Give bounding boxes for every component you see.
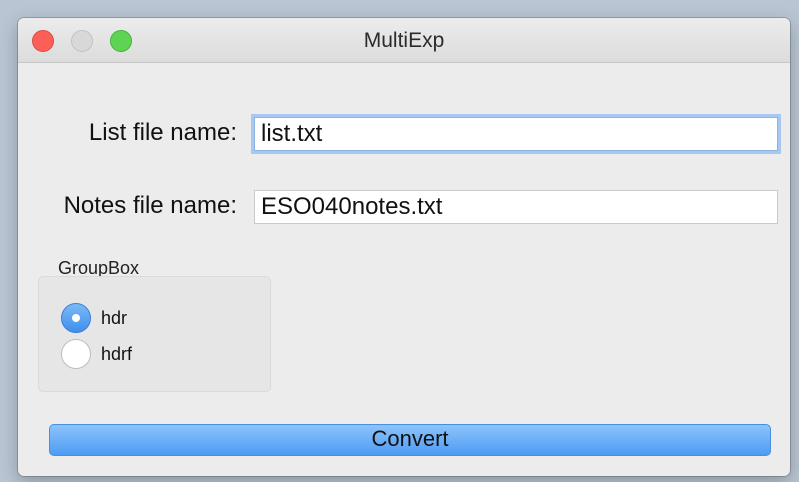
radio-option-hdrf[interactable]: hdrf — [61, 339, 132, 369]
notes-file-label: Notes file name: — [63, 192, 237, 219]
notes-file-input[interactable] — [254, 190, 778, 224]
radio-option-hdr[interactable]: hdr — [61, 303, 127, 333]
radio-selected-icon[interactable] — [61, 303, 91, 333]
window-title: MultiExp — [363, 29, 445, 52]
list-file-input[interactable] — [254, 117, 778, 151]
radio-label-hdr: hdr — [101, 307, 128, 328]
list-file-label: List file name: — [88, 119, 237, 146]
radio-unselected-icon[interactable] — [61, 339, 91, 369]
groupbox: hdr hdrf — [38, 276, 271, 392]
convert-button[interactable]: Convert — [49, 424, 771, 456]
radio-label-hdrf: hdrf — [101, 343, 133, 364]
app-window: MultiExp List file name: Notes file name… — [18, 18, 790, 476]
title-bar[interactable]: MultiExp — [18, 18, 790, 63]
